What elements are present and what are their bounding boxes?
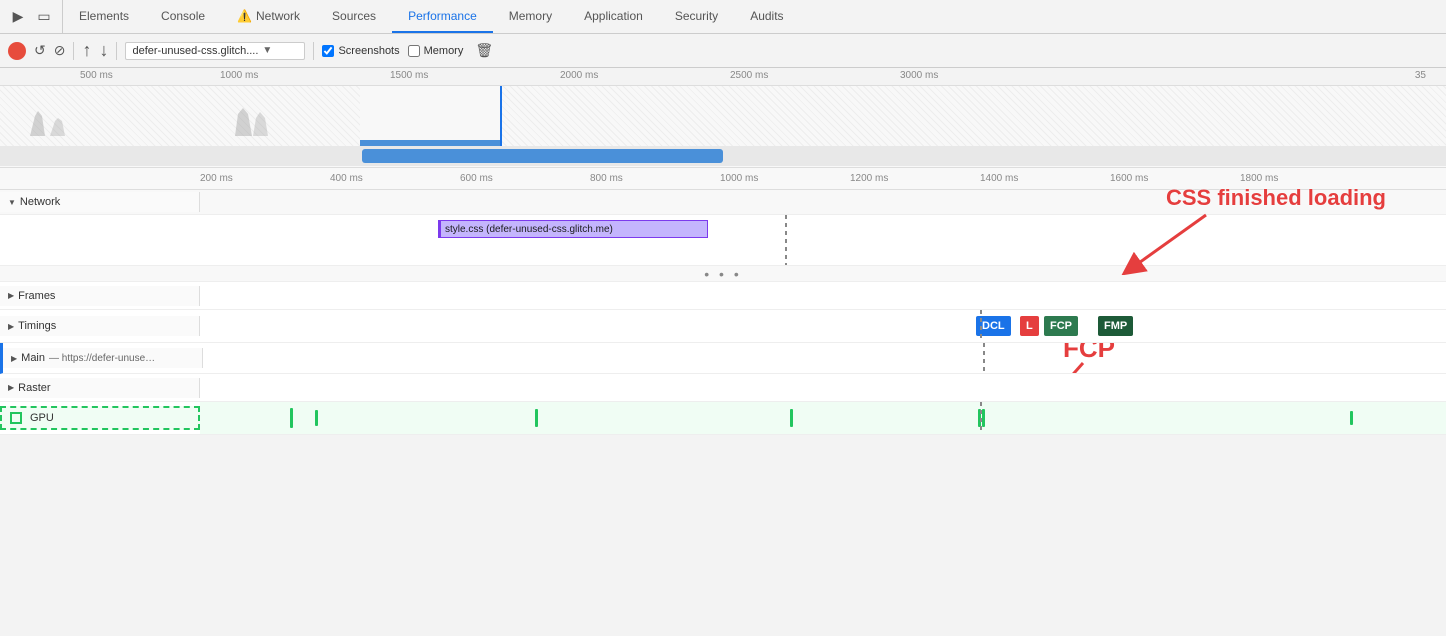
gpu-bar-2 — [315, 410, 318, 426]
fcp-annotation-text: FCP — [1063, 343, 1115, 363]
screenshots-area — [0, 86, 1446, 146]
main-tracks: 200 ms 400 ms 600 ms 800 ms 1000 ms 1200… — [0, 168, 1446, 435]
gpu-content — [200, 402, 1446, 434]
gpu-bar-7 — [1350, 411, 1353, 425]
upload-icon[interactable]: ↑ — [82, 40, 91, 61]
warn-icon: ⚠️ — [237, 9, 252, 23]
timeline-overview: 500 ms 1000 ms 1500 ms 2000 ms 2500 ms 3… — [0, 68, 1446, 168]
ruler-1000: 1000 ms — [220, 70, 258, 81]
tick-600: 600 ms — [460, 173, 493, 184]
gpu-track-row: GPU — [0, 402, 1446, 435]
vline-network — [785, 215, 787, 265]
gpu-track-label[interactable]: GPU — [0, 406, 200, 430]
network-track-row: style.css (defer-unused-css.glitch.me) C… — [0, 215, 1446, 266]
tick-1200: 1200 ms — [850, 173, 888, 184]
screenshots-checkbox-group: Screenshots — [322, 45, 399, 57]
timings-triangle: ▶ — [8, 322, 14, 331]
scrollbar-handle[interactable] — [362, 149, 724, 163]
gpu-icon — [10, 412, 22, 424]
ruler-end: 35 — [1415, 70, 1426, 81]
badge-l[interactable]: L — [1020, 316, 1039, 336]
mobile-icon[interactable]: ▭ — [34, 7, 54, 27]
dots-row: • • • — [0, 266, 1446, 282]
gpu-bar-4 — [790, 409, 793, 427]
tab-sources[interactable]: Sources — [316, 0, 392, 33]
main-track-content: FCP — [203, 343, 1446, 373]
scrollbar-area[interactable] — [0, 146, 1446, 166]
tick-1600: 1600 ms — [1110, 173, 1148, 184]
fcp-arrow-svg — [1033, 358, 1123, 373]
vline-main — [983, 343, 985, 373]
tab-bar: ▶ ▭ Elements Console ⚠️ Network Sources … — [0, 0, 1446, 34]
timings-content: DCL L FCP FMP — [200, 310, 1446, 342]
frames-track-row: ▶ Frames — [0, 282, 1446, 310]
tab-network[interactable]: ⚠️ Network — [221, 0, 316, 33]
network-section-header: ▼ Network — [0, 190, 1446, 215]
ruler-2000: 2000 ms — [560, 70, 598, 81]
badge-fmp[interactable]: FMP — [1098, 316, 1133, 336]
tab-security[interactable]: Security — [659, 0, 734, 33]
frames-track-label[interactable]: ▶ Frames — [0, 286, 200, 306]
raster-track-row: ▶ Raster — [0, 374, 1446, 402]
tab-console[interactable]: Console — [145, 0, 221, 33]
cursor-icon[interactable]: ▶ — [8, 7, 28, 27]
ruler-3000: 3000 ms — [900, 70, 938, 81]
separator-1 — [73, 42, 74, 60]
tick-1400: 1400 ms — [980, 173, 1018, 184]
memory-checkbox[interactable] — [408, 45, 420, 57]
ruler-500: 500 ms — [80, 70, 113, 81]
record-button[interactable] — [8, 42, 26, 60]
waveform — [0, 86, 1446, 146]
screenshots-label: Screenshots — [338, 45, 399, 57]
raster-triangle: ▶ — [8, 383, 14, 392]
top-ruler: 500 ms 1000 ms 1500 ms 2000 ms 2500 ms 3… — [0, 68, 1446, 86]
clear-button[interactable]: 🗑 — [475, 42, 493, 59]
main-track-suffix: — https://defer-unused-css.glitch.me/ind… — [49, 353, 159, 364]
network-section-label[interactable]: ▼ Network — [0, 192, 200, 212]
tick-200: 200 ms — [200, 173, 233, 184]
gpu-bar-3 — [535, 409, 538, 427]
frames-triangle: ▶ — [8, 291, 14, 300]
main-triangle: ▶ — [11, 354, 17, 363]
main-track-label[interactable]: ▶ Main — https://defer-unused-css.glitch… — [3, 348, 203, 368]
dropdown-arrow: ▼ — [262, 45, 272, 56]
network-bar-style-css[interactable]: style.css (defer-unused-css.glitch.me) — [438, 220, 708, 238]
tick-1800: 1800 ms — [1240, 173, 1278, 184]
ruler-1500: 1500 ms — [390, 70, 428, 81]
memory-label: Memory — [424, 45, 464, 57]
tab-application[interactable]: Application — [568, 0, 659, 33]
raster-track-label[interactable]: ▶ Raster — [0, 378, 200, 398]
tab-audits[interactable]: Audits — [734, 0, 799, 33]
main-track-row: ▶ Main — https://defer-unused-css.glitch… — [0, 343, 1446, 374]
url-dropdown[interactable]: defer-unused-css.glitch.... ▼ — [125, 42, 305, 60]
tab-performance[interactable]: Performance — [392, 0, 493, 33]
performance-toolbar: ↺ ⊘ ↑ ↓ defer-unused-css.glitch.... ▼ Sc… — [0, 34, 1446, 68]
reload-icon[interactable]: ↺ — [34, 42, 46, 59]
download-icon[interactable]: ↓ — [99, 40, 108, 61]
gpu-bar-5 — [978, 409, 981, 427]
devtools-icons: ▶ ▭ — [0, 0, 63, 33]
ruler-2500: 2500 ms — [730, 70, 768, 81]
tick-800: 800 ms — [590, 173, 623, 184]
fcp-annotation: FCP — [1063, 343, 1115, 364]
memory-checkbox-group: Memory — [408, 45, 464, 57]
separator-2 — [116, 42, 117, 60]
triangle-icon: ▼ — [8, 198, 16, 207]
screenshots-checkbox[interactable] — [322, 45, 334, 57]
tick-400: 400 ms — [330, 173, 363, 184]
network-track-content[interactable]: style.css (defer-unused-css.glitch.me) — [200, 215, 1446, 265]
tick-1000: 1000 ms — [720, 173, 758, 184]
bottom-ruler: 200 ms 400 ms 600 ms 800 ms 1000 ms 1200… — [0, 168, 1446, 190]
badge-fcp[interactable]: FCP — [1044, 316, 1078, 336]
tab-memory[interactable]: Memory — [493, 0, 568, 33]
timings-track-row: ▶ Timings DCL L FCP FMP — [0, 310, 1446, 343]
tab-elements[interactable]: Elements — [63, 0, 145, 33]
timings-track-label[interactable]: ▶ Timings — [0, 316, 200, 336]
network-section-content — [200, 190, 1446, 214]
separator-3 — [313, 42, 314, 60]
badge-dcl[interactable]: DCL — [976, 316, 1011, 336]
stop-icon[interactable]: ⊘ — [54, 42, 66, 59]
gpu-bar-6 — [982, 409, 985, 427]
gpu-bar-1 — [290, 408, 293, 428]
